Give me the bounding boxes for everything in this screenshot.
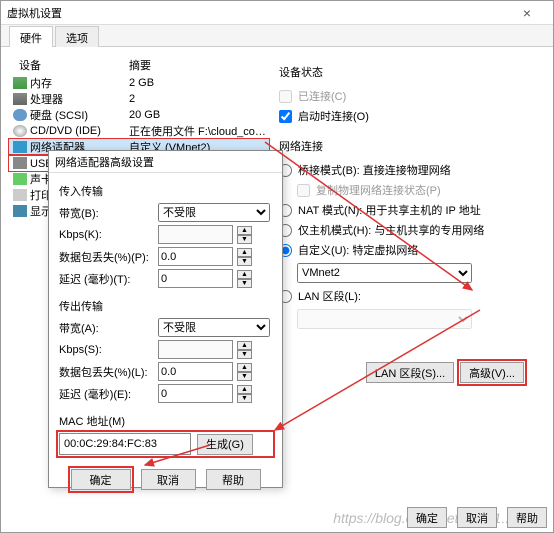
loss-in-label: 数据包丢失(%)(P):: [59, 249, 154, 265]
titlebar: 虚拟机设置 ×: [1, 1, 553, 25]
hw-header: 设备 摘要: [9, 55, 269, 75]
latency-in-label: 延迟 (毫秒)(T):: [59, 271, 154, 287]
main-cancel-button[interactable]: 取消: [457, 507, 497, 528]
hw-summary: 20 GB: [129, 109, 269, 121]
loss-out-spinner[interactable]: ▲▼: [237, 363, 252, 381]
lan-segment-select: [297, 309, 472, 329]
col-device: 设备: [9, 57, 129, 73]
connect-poweron-label: 启动时连接(O): [298, 108, 369, 124]
i-disk-icon: [13, 109, 27, 121]
nat-row[interactable]: NAT 模式(N): 用于共享主机的 IP 地址: [279, 200, 524, 220]
lan-row[interactable]: LAN 区段(L):: [279, 286, 524, 306]
hw-row-CD/DVD (IDE)[interactable]: CD/DVD (IDE) 正在使用文件 F:\cloud_comput...: [9, 123, 269, 139]
hw-name: 处理器: [30, 91, 63, 107]
incoming-title: 传入传输: [59, 183, 272, 199]
latency-out-label: 延迟 (毫秒)(E):: [59, 386, 154, 402]
i-prn-icon: [13, 189, 27, 201]
hw-summary: 正在使用文件 F:\cloud_comput...: [129, 123, 269, 139]
generate-button[interactable]: 生成(G): [197, 434, 253, 455]
sub-cancel-button[interactable]: 取消: [141, 469, 196, 490]
device-status-title: 设备状态: [279, 64, 524, 80]
i-mem-icon: [13, 77, 27, 89]
outgoing-title: 传出传输: [59, 298, 272, 314]
tabs: 硬件 选项: [1, 25, 553, 47]
bridged-row[interactable]: 桥接模式(B): 直接连接物理网络: [279, 160, 524, 180]
loss-out-label: 数据包丢失(%)(L):: [59, 364, 154, 380]
custom-label: 自定义(U): 特定虚拟网络: [298, 242, 418, 258]
subdialog-buttons: 确定 取消 帮助: [59, 469, 272, 490]
hw-row-内存[interactable]: 内存 2 GB: [9, 75, 269, 91]
kbps-out-label: Kbps(S):: [59, 344, 154, 356]
latency-in-input[interactable]: [158, 269, 233, 288]
mac-input[interactable]: [59, 433, 191, 455]
i-usb-icon: [13, 157, 27, 169]
mac-row: 生成(G): [59, 433, 272, 455]
net-conn-title: 网络连接: [279, 138, 524, 154]
tab-hardware[interactable]: 硬件: [9, 26, 53, 47]
loss-in-input[interactable]: [158, 247, 233, 266]
subdialog-title: 网络适配器高级设置: [49, 151, 282, 173]
custom-vmnet-select[interactable]: VMnet2: [297, 263, 472, 283]
sub-help-button[interactable]: 帮助: [206, 469, 261, 490]
hw-name: 内存: [30, 75, 52, 91]
right-button-row: LAN 区段(S)... 高级(V)...: [279, 362, 524, 383]
kbps-in-spinner: ▲▼: [237, 226, 252, 244]
hw-row-处理器[interactable]: 处理器 2: [9, 91, 269, 107]
kbps-in-input: [158, 225, 233, 244]
kbps-out-input: [158, 340, 233, 359]
advanced-button[interactable]: 高级(V)...: [460, 362, 524, 383]
lan-label: LAN 区段(L):: [298, 288, 361, 304]
tab-options[interactable]: 选项: [55, 26, 99, 47]
bandwidth-in-select[interactable]: 不受限: [158, 203, 270, 222]
replicate-label: 复制物理网络连接状态(P): [316, 182, 441, 198]
bandwidth-out-label: 带宽(A):: [59, 320, 154, 336]
i-net-icon: [13, 141, 27, 153]
device-config: 设备状态 已连接(C) 启动时连接(O) 网络连接 桥接模式(B): 直接连接物…: [279, 55, 524, 383]
hostonly-label: 仅主机模式(H): 与主机共享的专用网络: [298, 222, 484, 238]
i-snd-icon: [13, 173, 27, 185]
connected-label: 已连接(C): [298, 88, 346, 104]
nat-label: NAT 模式(N): 用于共享主机的 IP 地址: [298, 202, 481, 218]
latency-out-spinner[interactable]: ▲▼: [237, 385, 252, 403]
bottom-bar: 确定 取消 帮助: [407, 507, 547, 528]
col-summary: 摘要: [129, 57, 269, 73]
i-cpu-icon: [13, 93, 27, 105]
kbps-in-label: Kbps(K):: [59, 229, 154, 241]
custom-row[interactable]: 自定义(U): 特定虚拟网络: [279, 240, 524, 260]
latency-in-spinner[interactable]: ▲▼: [237, 270, 252, 288]
lan-segments-button[interactable]: LAN 区段(S)...: [366, 362, 454, 383]
bandwidth-out-select[interactable]: 不受限: [158, 318, 270, 337]
window-title: 虚拟机设置: [7, 5, 62, 21]
hw-name: CD/DVD (IDE): [30, 125, 101, 137]
main-ok-button[interactable]: 确定: [407, 507, 447, 528]
connected-checkbox: [279, 90, 292, 103]
loss-out-input[interactable]: [158, 362, 233, 381]
kbps-out-spinner: ▲▼: [237, 341, 252, 359]
hw-summary: 2: [129, 93, 269, 105]
connected-row: 已连接(C): [279, 86, 524, 106]
connect-poweron-row[interactable]: 启动时连接(O): [279, 106, 524, 126]
hw-name: 硬盘 (SCSI): [30, 107, 88, 123]
sub-ok-button[interactable]: 确定: [71, 469, 131, 490]
hw-summary: 2 GB: [129, 77, 269, 89]
i-cd-icon: [13, 125, 27, 137]
replicate-row: 复制物理网络连接状态(P): [279, 180, 524, 200]
bridged-label: 桥接模式(B): 直接连接物理网络: [298, 162, 451, 178]
replicate-checkbox: [297, 184, 310, 197]
connect-poweron-checkbox[interactable]: [279, 110, 292, 123]
close-icon[interactable]: ×: [507, 5, 547, 21]
hostonly-row[interactable]: 仅主机模式(H): 与主机共享的专用网络: [279, 220, 524, 240]
bandwidth-in-label: 带宽(B):: [59, 205, 154, 221]
hw-row-硬盘 (SCSI)[interactable]: 硬盘 (SCSI) 20 GB: [9, 107, 269, 123]
latency-out-input[interactable]: [158, 384, 233, 403]
i-disp-icon: [13, 205, 27, 217]
main-help-button[interactable]: 帮助: [507, 507, 547, 528]
mac-label: MAC 地址(M): [59, 413, 272, 429]
subdialog-body: 传入传输 带宽(B): 不受限 Kbps(K): ▲▼ 数据包丢失(%)(P):…: [49, 173, 282, 496]
advanced-settings-dialog: 网络适配器高级设置 传入传输 带宽(B): 不受限 Kbps(K): ▲▼ 数据…: [48, 150, 283, 488]
loss-in-spinner[interactable]: ▲▼: [237, 248, 252, 266]
